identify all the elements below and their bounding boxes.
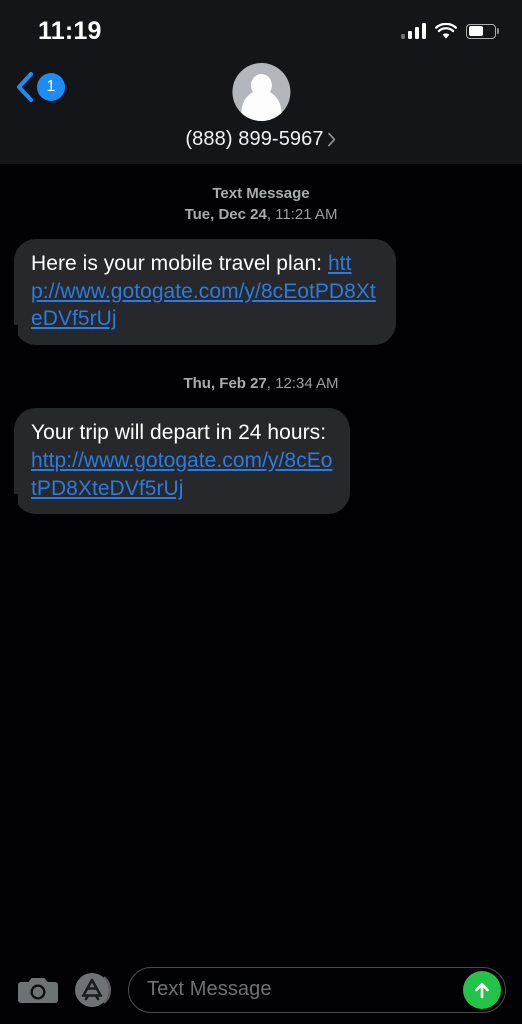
message-text-field[interactable]: Text Message xyxy=(128,966,506,1013)
contact-name: (888) 899-5967 xyxy=(185,128,324,150)
status-bar-indicators xyxy=(400,22,499,40)
camera-icon[interactable] xyxy=(18,974,58,1006)
message-date-1: Tue, Dec 24 xyxy=(184,206,267,224)
message-bubble-incoming[interactable]: Here is your mobile travel plan: http://… xyxy=(6,238,396,346)
app-store-icon[interactable] xyxy=(72,969,114,1011)
message-input-bar: Text Message xyxy=(0,955,522,1024)
service-label-1: Text Message xyxy=(212,185,310,202)
chevron-left-icon xyxy=(16,71,34,103)
message-row: Here is your mobile travel plan: http://… xyxy=(0,238,522,346)
conversation-header: 1 (888) 899-5967 xyxy=(0,58,522,165)
message-thread[interactable]: Text Message Tue, Dec 24, 11:21 AM Here … xyxy=(0,165,522,955)
cellular-signal-icon xyxy=(400,23,426,39)
contact-avatar-icon xyxy=(231,63,290,121)
message-text-2: Your trip will depart in 24 hours: xyxy=(31,420,327,444)
message-text-1: Here is your mobile travel plan: xyxy=(31,251,328,275)
message-timestamp-1: Text Message Tue, Dec 24, 11:21 AM xyxy=(0,183,522,226)
wifi-icon xyxy=(435,22,457,39)
messages-app-screen: 11:19 1 (888) 899-5967 Text Message Tue,… xyxy=(0,0,522,1024)
status-bar-clock: 11:19 xyxy=(38,16,102,45)
contact-info-button[interactable]: (888) 899-5967 xyxy=(185,63,336,151)
battery-icon xyxy=(466,23,499,39)
message-input-placeholder: Text Message xyxy=(147,978,272,1000)
message-row: Your trip will depart in 24 hours: http:… xyxy=(0,407,522,515)
message-time-1: 11:21 AM xyxy=(275,206,338,224)
message-bubble-incoming[interactable]: Your trip will depart in 24 hours: http:… xyxy=(6,407,350,515)
message-link-2[interactable]: http://www.gotogate.com/y/8cEotPD8XteDVf… xyxy=(31,449,333,500)
message-date-2: Thu, Feb 27 xyxy=(183,375,267,393)
unread-count-badge: 1 xyxy=(37,73,65,101)
contact-name-row: (888) 899-5967 xyxy=(185,128,336,151)
message-timestamp-2: Thu, Feb 27, 12:34 AM xyxy=(183,375,339,393)
message-time-2: 12:34 AM xyxy=(275,375,339,393)
arrow-up-icon xyxy=(475,982,489,998)
chevron-right-icon xyxy=(328,132,336,147)
back-button[interactable]: 1 xyxy=(14,70,65,104)
status-bar: 11:19 xyxy=(0,0,522,58)
send-button[interactable] xyxy=(463,970,501,1009)
